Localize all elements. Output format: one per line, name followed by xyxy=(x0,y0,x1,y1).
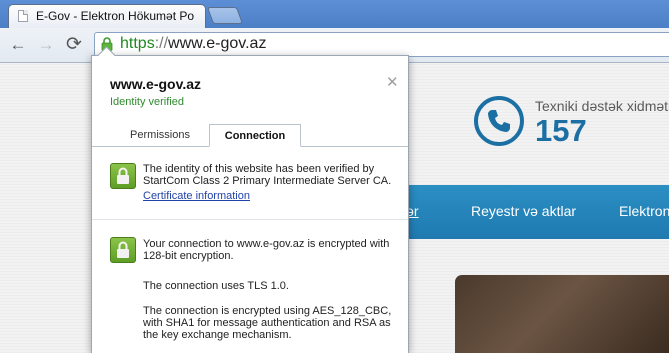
new-tab-button[interactable] xyxy=(206,7,244,24)
support-number[interactable]: 157 xyxy=(535,113,587,149)
hero-image xyxy=(455,275,669,353)
certificate-info-link[interactable]: Certificate information xyxy=(143,190,250,202)
identity-description: The identity of this website has been ve… xyxy=(143,163,392,187)
reload-icon[interactable]: ⟳ xyxy=(63,34,85,56)
tab-connection[interactable]: Connection xyxy=(209,124,301,147)
support-label: Texniki dəstək xidməti xyxy=(535,98,669,114)
page-icon xyxy=(18,10,28,22)
site-host: www.e-gov.az xyxy=(110,76,202,92)
site-info-bubble: www.e-gov.az Identity verified ✕ Permiss… xyxy=(91,46,409,353)
phone-icon xyxy=(474,96,524,146)
nav-item-registry[interactable]: Reyestr və aktlar xyxy=(471,203,576,219)
url-host: www.e-gov.az xyxy=(168,35,267,52)
connection-lock-icon xyxy=(110,237,136,263)
browser-tab[interactable]: E-Gov - Elektron Hökumət Po xyxy=(8,4,206,28)
tab-strip: E-Gov - Elektron Hökumət Po xyxy=(0,0,669,28)
cipher-description: The connection is encrypted using AES_12… xyxy=(143,305,392,341)
url-text[interactable]: https://www.e-gov.az xyxy=(120,35,266,53)
main-navbar: klər Reyestr və aktlar Elektron xyxy=(390,185,669,239)
nav-item-electronic[interactable]: Elektron xyxy=(619,203,669,219)
tab-title: E-Gov - Elektron Hökumət Po xyxy=(36,9,195,23)
section-divider xyxy=(92,219,408,220)
connection-description: Your connection to www.e-gov.az is encry… xyxy=(143,238,390,262)
address-bar[interactable]: https://www.e-gov.az xyxy=(94,32,669,57)
forward-icon[interactable]: → xyxy=(35,34,57,56)
back-icon[interactable]: ← xyxy=(7,34,29,56)
url-separator: :// xyxy=(154,35,169,52)
url-scheme: https xyxy=(120,35,155,52)
identity-lock-icon xyxy=(110,163,136,189)
identity-status: Identity verified xyxy=(110,96,184,108)
close-icon[interactable]: ✕ xyxy=(386,73,399,91)
tls-description: The connection uses TLS 1.0. xyxy=(143,280,289,292)
tab-permissions[interactable]: Permissions xyxy=(112,124,208,146)
